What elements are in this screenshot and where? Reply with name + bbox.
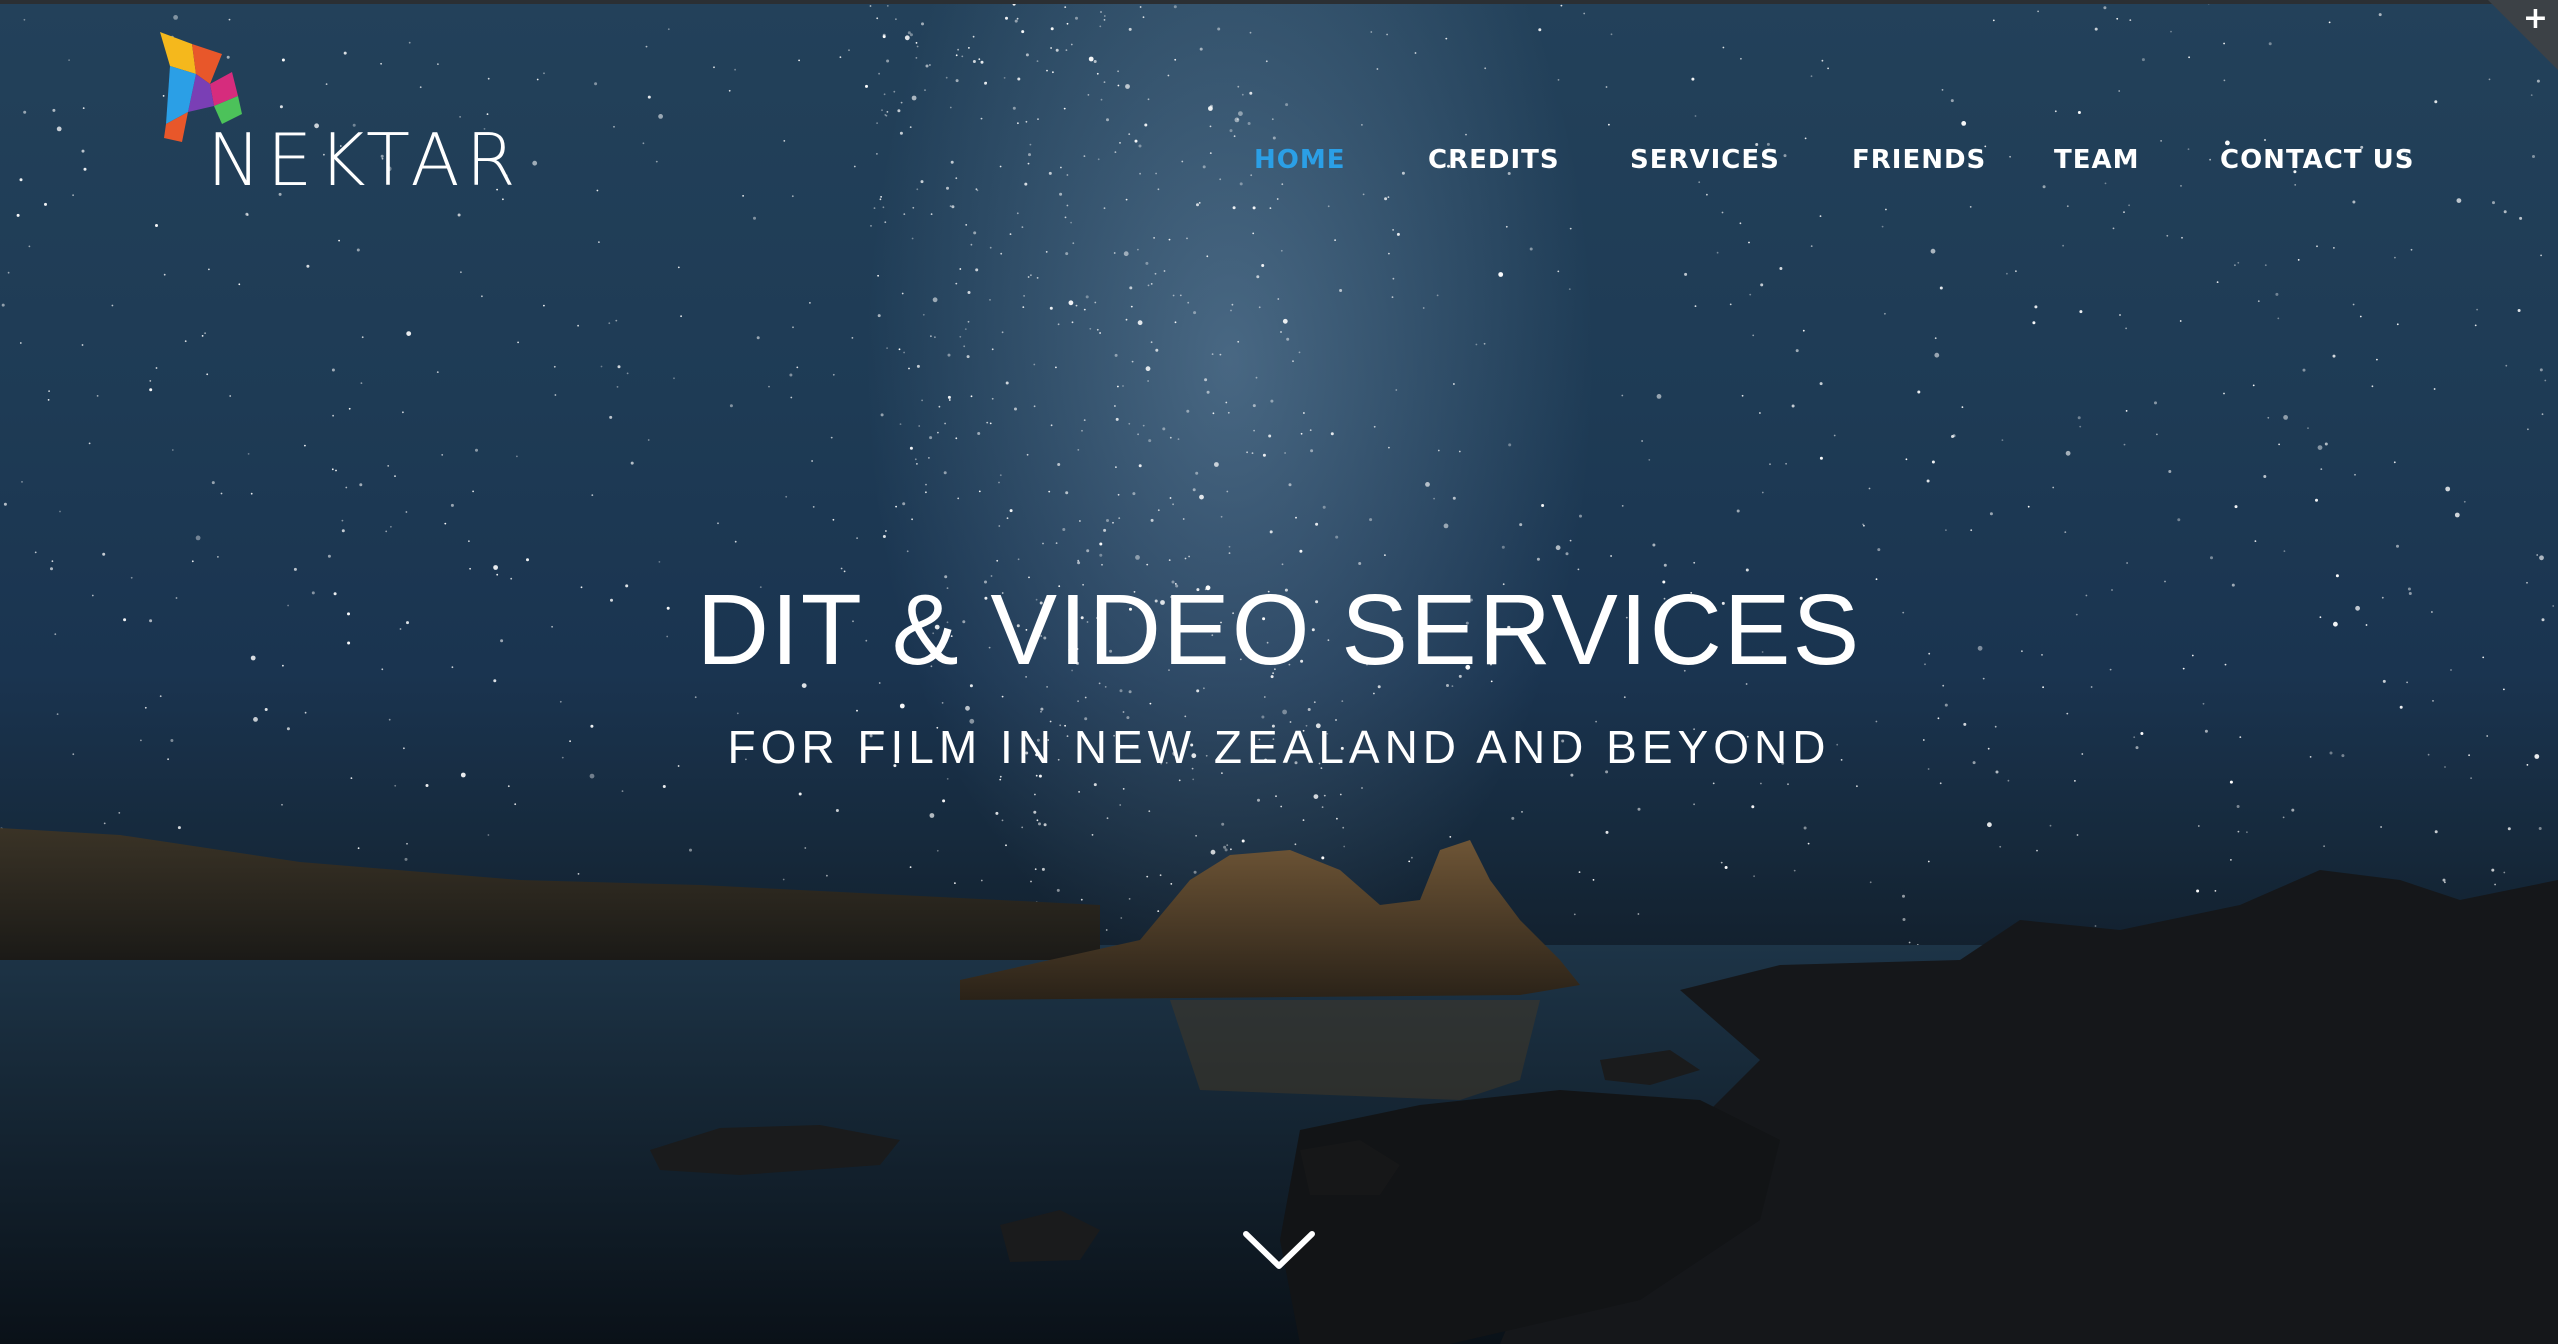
brand-name: NEKTAR bbox=[207, 118, 522, 202]
nav-item-credits[interactable]: CREDITS bbox=[1428, 145, 1560, 175]
hero-text-block: DIT & VIDEO SERVICES FOR FILM IN NEW ZEA… bbox=[0, 580, 2558, 770]
nav-item-contact-us[interactable]: CONTACT US bbox=[2220, 145, 2415, 175]
plus-icon: + bbox=[2522, 1, 2548, 36]
hero-section: + NEKTAR HOME CREDITS SERVICES FRIENDS T… bbox=[0, 0, 2558, 1344]
nav-item-home[interactable]: HOME bbox=[1254, 145, 1346, 175]
brand-logo[interactable]: NEKTAR bbox=[152, 24, 552, 202]
hero-headline: DIT & VIDEO SERVICES bbox=[696, 574, 1862, 686]
nav-item-services[interactable]: SERVICES bbox=[1630, 145, 1780, 175]
chevron-down-icon[interactable] bbox=[1240, 1228, 1318, 1274]
hero-subheadline: FOR FILM IN NEW ZEALAND AND BEYOND bbox=[727, 721, 1831, 773]
top-border bbox=[0, 0, 2558, 4]
main-navigation: HOME CREDITS SERVICES FRIENDS TEAM CONTA… bbox=[1200, 145, 2420, 177]
nav-item-friends[interactable]: FRIENDS bbox=[1852, 145, 1986, 175]
corner-toggle-button[interactable]: + bbox=[2488, 0, 2558, 70]
nav-item-team[interactable]: TEAM bbox=[2054, 145, 2140, 175]
